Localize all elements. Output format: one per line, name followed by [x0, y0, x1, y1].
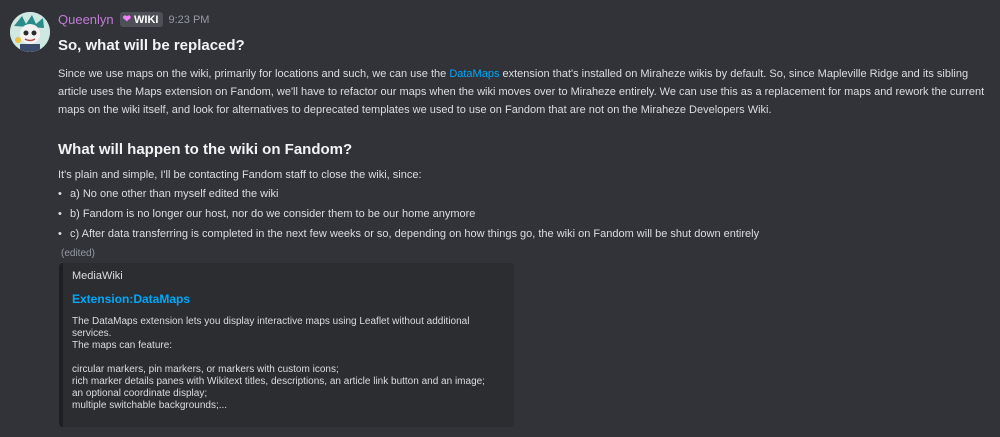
embed-desc-line: The maps can feature: [72, 340, 173, 351]
embed-provider[interactable]: MediaWiki [72, 270, 504, 282]
link-embed: MediaWiki Extension:DataMaps The DataMap… [59, 263, 514, 427]
avatar[interactable] [10, 12, 50, 52]
avatar-image [10, 12, 50, 52]
embed-title-link[interactable]: Extension:DataMaps [72, 292, 504, 306]
paragraph-text-before: Since we use maps on the wiki, primarily… [58, 68, 450, 80]
bullet-dot: • [58, 228, 62, 240]
role-tag-label: WIKI [134, 13, 159, 26]
embed-desc-line: circular markers, pin markers, or marker… [72, 364, 339, 375]
chat-message: Queenlyn ❤ WIKI 9:23 PM So, what will be… [0, 0, 1000, 437]
heart-icon: ❤ [122, 14, 132, 25]
datamaps-link[interactable]: DataMaps [449, 68, 499, 80]
list-item: • a) No one other than myself edited the … [58, 185, 279, 203]
list-item-text: b) Fandom is no longer our host, nor do … [70, 208, 476, 220]
heading-fandom: What will happen to the wiki on Fandom? [58, 141, 353, 158]
paragraph-replaced: Since we use maps on the wiki, primarily… [58, 65, 988, 119]
embed-desc-line: services. [72, 328, 112, 339]
list-item: • c) After data transferring is completed… [58, 225, 759, 243]
embed-desc-line: The DataMaps extension lets you display … [72, 316, 470, 327]
role-tag[interactable]: ❤ WIKI [119, 12, 163, 27]
embed-desc-line: rich marker details panes with Wikitext … [72, 376, 485, 387]
author-name[interactable]: Queenlyn [58, 12, 114, 27]
bullet-dot: • [58, 208, 62, 220]
list-item: • b) Fandom is no longer our host, nor do… [58, 205, 475, 223]
embed-desc-line: multiple switchable backgrounds;... [72, 400, 228, 411]
embed-description: The DataMaps extension lets you display … [72, 316, 504, 412]
bullet-dot: • [58, 188, 62, 200]
list-item-text: a) No one other than myself edited the w… [70, 188, 279, 200]
edited-label: (edited) [61, 248, 95, 259]
heading-replaced: So, what will be replaced? [58, 37, 245, 54]
list-item-text: c) After data transferring is completed … [70, 228, 760, 240]
embed-desc-line: an optional coordinate display; [72, 388, 208, 399]
paragraph-fandom: It's plain and simple, I'll be contactin… [58, 169, 422, 181]
embed-desc-line [72, 352, 504, 364]
timestamp[interactable]: 9:23 PM [169, 14, 210, 26]
message-header: Queenlyn ❤ WIKI 9:23 PM [58, 12, 209, 27]
